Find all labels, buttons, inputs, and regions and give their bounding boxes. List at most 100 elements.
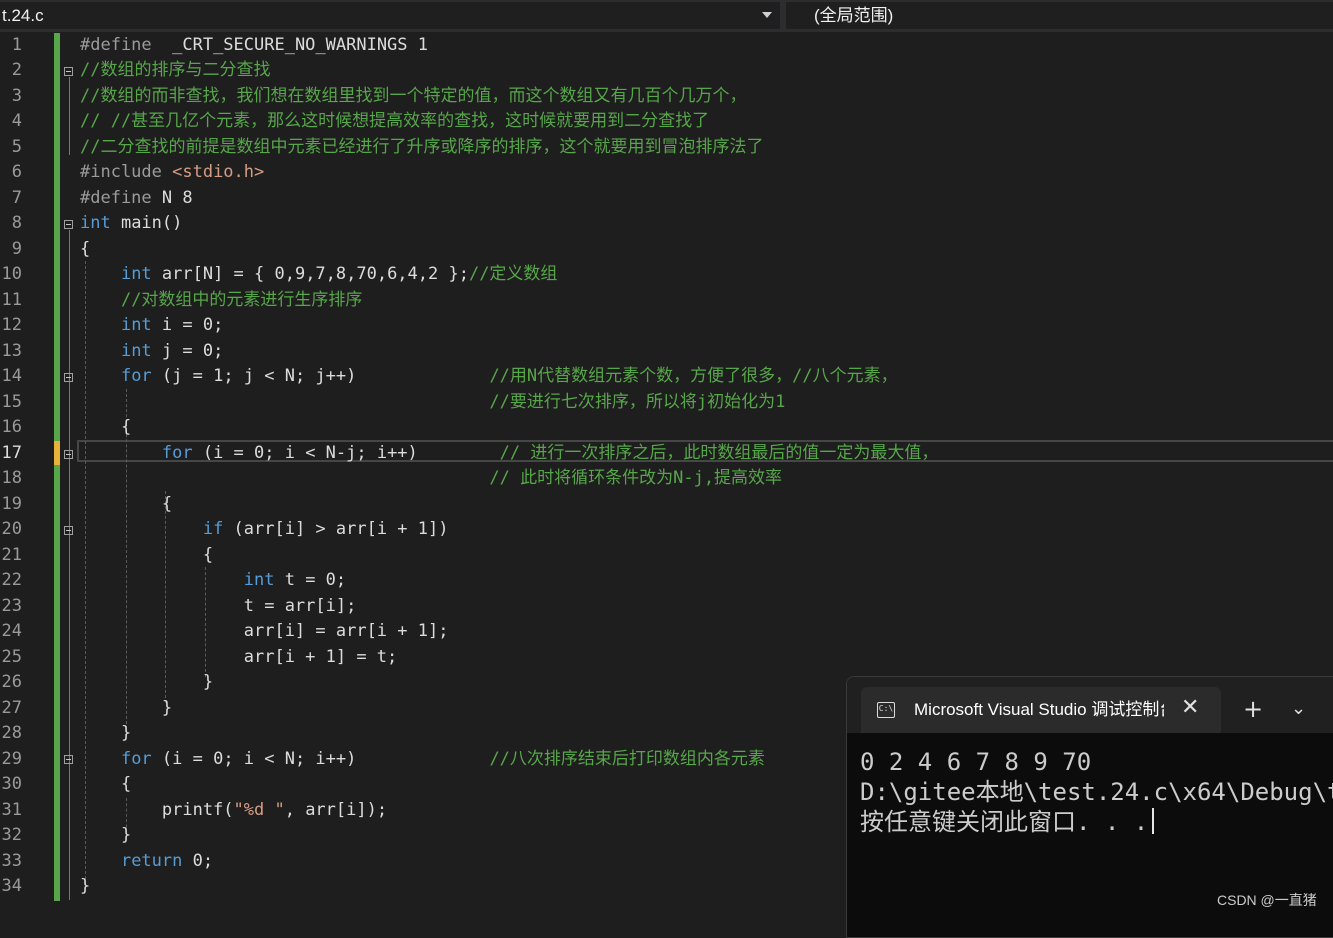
code-token: //数组的而非查找，我们想在数组里找到一个特定的值，而这个数组又有几百个几万个，	[80, 85, 747, 106]
code-token: //用N代替数组元素个数，方便了很多，//八个元素，	[489, 366, 898, 386]
code-text: for (i = 0; i < N-j; i++) // 进行一次排序之后，此时…	[80, 441, 938, 467]
code-line[interactable]: 15 //要进行七次排序，所以将j初始化为1	[0, 390, 1333, 416]
code-line[interactable]: 1 #define _CRT_SECURE_NO_WARNINGS 1	[0, 33, 1333, 59]
code-text: // //甚至几亿个元素，那么这时候想提高效率的查找，这时候就要用到二分查找了	[80, 109, 709, 135]
code-token: if	[202, 519, 224, 539]
line-number: 16	[1, 417, 22, 437]
code-token: , arr[i]);	[284, 799, 388, 820]
line-number: 9	[11, 238, 22, 259]
code-token: int	[243, 570, 275, 590]
line-number: 24	[1, 621, 22, 641]
code-token: (j = 1; j < N; j++)	[151, 366, 490, 386]
line-number: 1	[11, 34, 22, 55]
code-text: //对数组中的元素进行生序排序	[80, 288, 362, 314]
code-token: #define	[80, 187, 162, 208]
code-text: int arr[N] = { 0,9,7,8,70,6,4,2 };//定义数组	[80, 262, 557, 288]
code-token: 0;	[182, 850, 214, 871]
line-number: 34	[1, 876, 22, 896]
code-line[interactable]: 19 {	[0, 492, 1333, 518]
code-text: {	[80, 415, 131, 441]
code-line[interactable]: 9{	[0, 237, 1333, 263]
line-number: 15	[1, 391, 22, 412]
code-line[interactable]: 18 // 此时将循环条件改为N-j,提高效率	[0, 466, 1333, 492]
line-number: 28	[1, 723, 22, 743]
chevron-down-icon[interactable]: ⌄	[1291, 699, 1306, 719]
file-dropdown[interactable]: t.24.c	[0, 2, 780, 29]
code-line[interactable]: 22 int t = 0;	[0, 568, 1333, 594]
console-output-line: 按任意键关闭此窗口. . .	[860, 808, 1149, 836]
console-tab[interactable]: C:\ Microsoft Visual Studio 调试控制台 ✕	[861, 687, 1221, 733]
code-text: for (i = 0; i < N; i++) //八次排序结束后打印数组内各元…	[80, 747, 765, 773]
code-token: //八次排序结束后打印数组内各元素	[489, 748, 765, 769]
code-line[interactable]: 25 arr[i + 1] = t;	[0, 645, 1333, 671]
code-token: {	[80, 544, 214, 565]
code-token: t = 0;	[274, 570, 347, 590]
line-number: 26	[1, 672, 22, 692]
code-line[interactable]: 24 arr[i] = arr[i + 1];	[0, 619, 1333, 645]
code-token: {	[80, 417, 132, 437]
new-tab-icon[interactable]: +	[1243, 697, 1263, 721]
line-number: 10	[1, 264, 22, 284]
code-line[interactable]: 8 int main()	[0, 211, 1333, 237]
code-text: arr[i + 1] = t;	[80, 645, 398, 671]
line-number: 18	[1, 468, 22, 488]
code-token: <stdio.h>	[172, 162, 265, 182]
code-text: //要进行七次排序，所以将j初始化为1	[80, 390, 785, 416]
code-text: {	[80, 237, 90, 263]
code-token: (i = 0; i < N-j; i++)	[192, 442, 500, 463]
code-line[interactable]: 14 for (j = 1; j < N; j++) //用N代替数组元素个数，…	[0, 364, 1333, 390]
scope-dropdown[interactable]: (全局范围)	[786, 2, 1333, 29]
console-tab-title: Microsoft Visual Studio 调试控制台	[914, 700, 1164, 719]
code-line[interactable]: 20 if (arr[i] > arr[i + 1])	[0, 517, 1333, 543]
code-token: t = arr[i];	[80, 595, 357, 616]
code-line[interactable]: 2 //数组的排序与二分查找	[0, 58, 1333, 84]
code-line[interactable]: 16 {	[0, 415, 1333, 441]
line-number: 33	[1, 850, 22, 871]
code-line[interactable]: 13 int j = 0;	[0, 339, 1333, 365]
code-line[interactable]: 21 {	[0, 543, 1333, 569]
line-number: 8	[11, 213, 22, 233]
code-line[interactable]: 12 int i = 0;	[0, 313, 1333, 339]
code-line[interactable]: 6 #include <stdio.h>	[0, 160, 1333, 186]
code-line[interactable]: 7 #define N 8	[0, 186, 1333, 212]
code-line[interactable]: 5 //二分查找的前提是数组中元素已经进行了升序或降序的排序，这个就要用到冒泡排序…	[0, 135, 1333, 161]
console-output: 0 2 4 6 7 8 9 70 D:\gitee本地\test.24.c\x64…	[860, 747, 1333, 837]
code-line[interactable]: 4 // //甚至几亿个元素，那么这时候想提高效率的查找，这时候就要用到二分查找了	[0, 109, 1333, 135]
code-token: }	[80, 876, 91, 896]
code-token: //二分查找的前提是数组中元素已经进行了升序或降序的排序，这个就要用到冒泡排序法…	[80, 136, 764, 157]
line-number: 21	[1, 544, 22, 565]
code-line[interactable]: 23 t = arr[i];	[0, 594, 1333, 620]
code-line[interactable]: 11 //对数组中的元素进行生序排序	[0, 288, 1333, 314]
code-token: N 8	[161, 187, 193, 208]
code-text: //二分查找的前提是数组中元素已经进行了升序或降序的排序，这个就要用到冒泡排序法…	[80, 135, 763, 161]
code-text: int j = 0;	[80, 339, 223, 365]
code-token: int	[120, 340, 152, 361]
code-token: }	[80, 697, 173, 718]
code-line[interactable]: 10 int arr[N] = { 0,9,7,8,70,6,4,2 };//定…	[0, 262, 1333, 288]
code-token: //定义数组	[468, 264, 558, 284]
code-text: {	[80, 772, 131, 798]
code-token: _CRT_SECURE_NO_WARNINGS 1	[172, 34, 428, 55]
console-output-line: D:\gitee本地\test.24.c\x64\Debug\test.24.c…	[860, 778, 1333, 806]
code-text: int t = 0;	[80, 568, 346, 594]
chevron-down-icon[interactable]	[762, 12, 772, 18]
line-number: 27	[1, 697, 22, 718]
code-token: // //甚至几亿个元素，那么这时候想提高效率的查找，这时候就要用到二分查找了	[80, 111, 710, 131]
line-number: 4	[11, 111, 22, 131]
code-token: for	[120, 366, 152, 386]
code-text: int i = 0;	[80, 313, 223, 339]
code-token: }	[80, 723, 132, 743]
code-line[interactable]: 17 for (i = 0; i < N-j; i++) // 进行一次排序之后…	[0, 441, 1333, 467]
code-line[interactable]: 3 //数组的而非查找，我们想在数组里找到一个特定的值，而这个数组又有几百个几万个…	[0, 84, 1333, 110]
code-text: }	[80, 823, 131, 849]
code-token: main()	[110, 213, 183, 233]
console-tab-bar: C:\ Microsoft Visual Studio 调试控制台 ✕ + ⌄	[847, 677, 1333, 733]
close-icon[interactable]: ✕	[1181, 696, 1199, 720]
